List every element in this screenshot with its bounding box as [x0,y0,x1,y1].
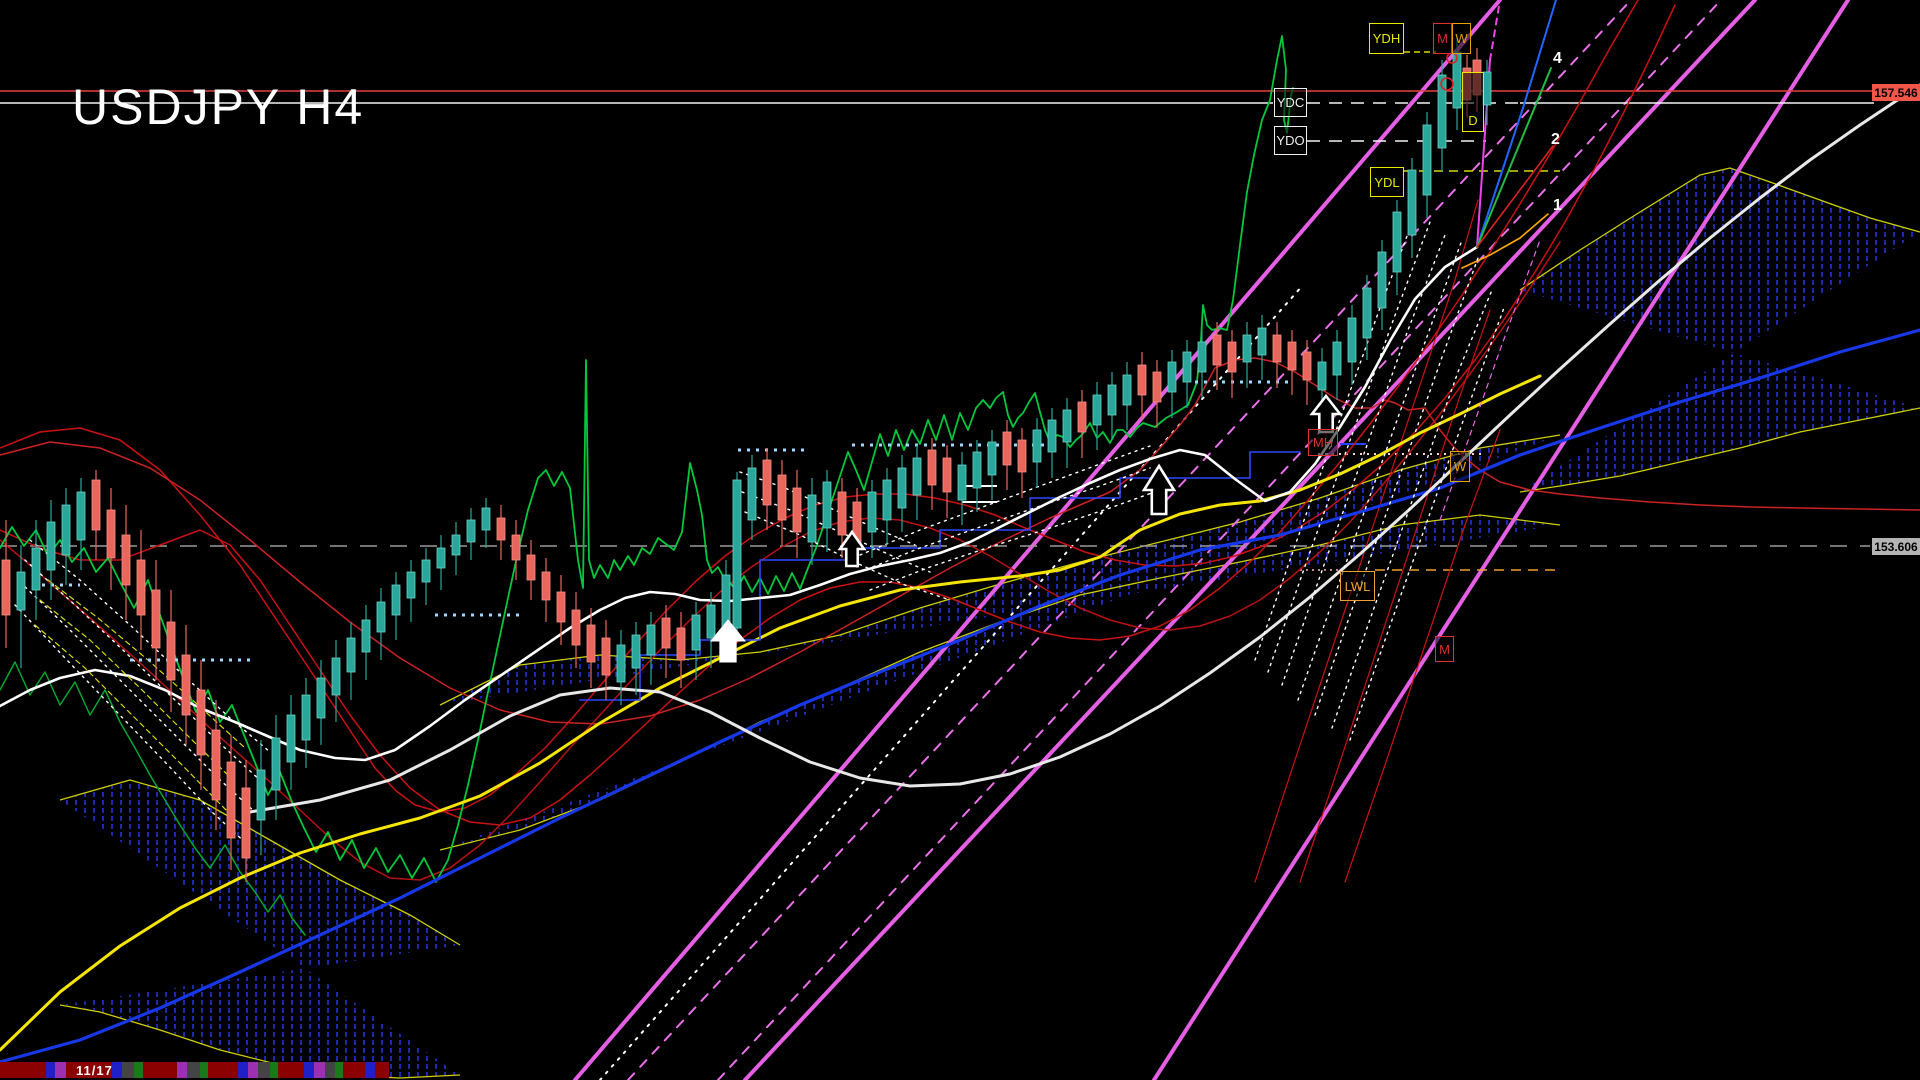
projection-label-1: 1 [1553,197,1562,215]
timeframe-strip[interactable] [0,1062,389,1078]
strip-block [304,1062,314,1078]
up-arrow-icon [1144,466,1174,514]
strip-block [365,1062,375,1078]
strip-block [0,1062,46,1078]
marker-box-ydh[interactable]: YDH [1369,23,1404,54]
marker-box-label: M [1437,31,1448,46]
strip-block [278,1062,304,1078]
marker-box-mh[interactable]: MH [1308,429,1338,456]
chart-canvas: USDJPY H4 157.546 153.606 YDHMWYDCYDOYDL… [0,0,1920,1080]
marker-box-d-box[interactable]: D [1462,72,1484,132]
series-proj-orange [1462,214,1548,268]
page-title: USDJPY H4 [72,78,364,136]
up-arrow-icon [1312,396,1340,432]
strip-block [177,1062,187,1078]
marker-box-ydl[interactable]: YDL [1370,167,1404,197]
projection-label-4: 4 [1553,50,1562,68]
price-chart[interactable] [0,0,1920,1080]
projection-label-2: 2 [1551,131,1560,149]
strip-block [187,1062,200,1078]
marker-box-ydc[interactable]: YDC [1274,88,1307,117]
price-tag-lower: 153.606 [1872,538,1920,555]
strip-block [248,1062,258,1078]
strip-block [238,1062,248,1078]
marker-box-label: YDH [1373,31,1400,46]
strip-block [375,1062,389,1078]
marker-box-ydo[interactable]: YDO [1274,126,1307,155]
strip-block [200,1062,208,1078]
strip-block [143,1062,177,1078]
strip-block [325,1062,335,1078]
strip-block [208,1062,238,1078]
marker-box-w-top[interactable]: W [1452,23,1471,54]
marker-box-label: YDL [1374,175,1399,190]
marker-box-label: MH [1313,435,1333,450]
marker-box-m-top[interactable]: M [1433,23,1452,54]
strip-block [134,1062,143,1078]
strip-block [270,1062,278,1078]
marker-box-label: W [1455,31,1467,46]
date-label: 11/17 [76,1063,113,1078]
ichimoku-clouds [60,168,1920,1078]
strip-block [112,1062,122,1078]
marker-box-label: D [1468,113,1477,128]
marker-box-lwl[interactable]: LWL [1340,571,1375,601]
candlesticks [2,38,1491,882]
series-green-zigzag [0,36,1293,882]
strip-block [55,1062,66,1078]
price-tag-upper: 157.546 [1872,84,1920,101]
strip-block [258,1062,270,1078]
series-fan-white-R5 [1268,222,1430,672]
series-proj-red [1477,146,1553,247]
marker-box-label: YDO [1276,133,1304,148]
marker-box-label: YDC [1277,95,1304,110]
strip-block [335,1062,343,1078]
marker-box-label: M [1439,642,1450,657]
strip-block [46,1062,55,1078]
marker-box-m-low[interactable]: M [1435,636,1454,662]
marker-box-w-mid[interactable]: W [1450,451,1470,482]
strip-block [314,1062,325,1078]
series-magenta-dashed-1 [628,0,1631,1080]
series-red-fan-2 [1300,310,1490,882]
marker-box-label: LWL [1345,579,1371,594]
strip-block [343,1062,365,1078]
strip-block [122,1062,134,1078]
marker-box-label: W [1454,459,1466,474]
